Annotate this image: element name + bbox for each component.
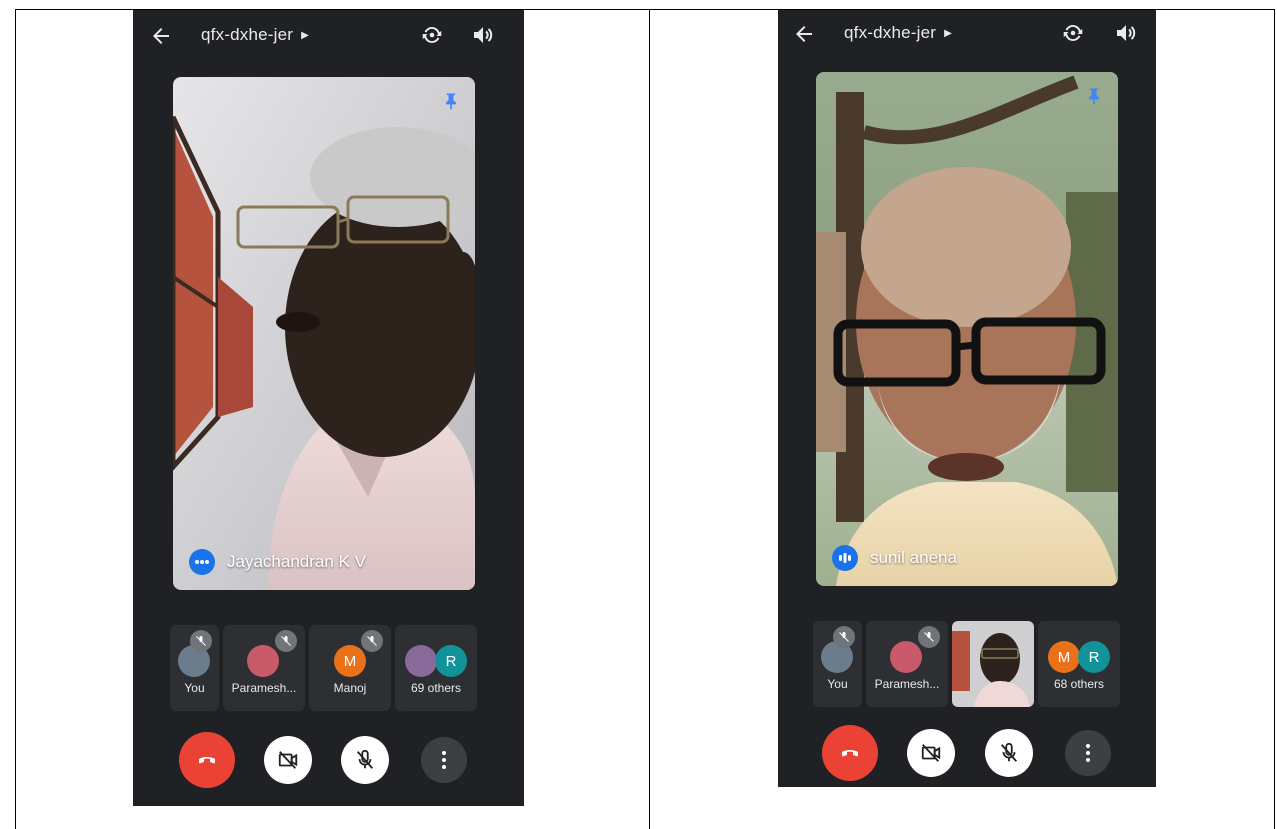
speaking-indicator-icon	[832, 545, 858, 571]
switch-camera-icon[interactable]	[1061, 21, 1085, 45]
pin-icon[interactable]	[1084, 86, 1104, 106]
end-call-button[interactable]	[179, 732, 235, 788]
participant-strip: You Paramesh... M R 68 others	[813, 621, 1120, 707]
caret-right-icon: ▶	[301, 30, 310, 41]
camera-off-button[interactable]	[264, 736, 312, 784]
speaker-name: sunil anena	[870, 548, 957, 567]
camera-off-icon	[278, 751, 298, 769]
more-options-button[interactable]	[1065, 730, 1111, 776]
speaker-name-tag: sunil anena	[832, 545, 957, 571]
mic-off-button[interactable]	[985, 729, 1033, 777]
more-vert-icon	[442, 751, 446, 769]
participant-strip: You Paramesh... M Manoj R 69 others	[170, 625, 477, 711]
mic-off-icon	[275, 630, 297, 652]
speaker-icon[interactable]	[471, 23, 495, 47]
hang-up-icon	[842, 749, 858, 757]
switch-camera-icon[interactable]	[420, 23, 444, 47]
meet-screen-right: qfx-dxhe-jer ▶ sunil anena You Paramesh.…	[778, 10, 1156, 787]
meet-screen-left: qfx-dxhe-jer ▶ Jayachandran K V You Para…	[133, 10, 524, 806]
participant-tile-others[interactable]: R 69 others	[395, 625, 477, 711]
participant-tile-others[interactable]: M R 68 others	[1038, 621, 1120, 707]
participant-video-thumbnail	[952, 621, 1034, 707]
speaker-video-image	[173, 77, 475, 590]
avatar	[890, 641, 922, 673]
participant-tile-paramesh[interactable]: Paramesh...	[866, 621, 948, 707]
mic-off-icon	[918, 626, 940, 648]
tile-label: Manoj	[333, 681, 367, 695]
mic-off-icon	[190, 630, 212, 652]
meeting-code[interactable]: qfx-dxhe-jer ▶	[844, 23, 952, 43]
speaker-name: Jayachandran K V	[227, 552, 366, 571]
meeting-code[interactable]: qfx-dxhe-jer ▶	[201, 25, 309, 45]
back-arrow-icon[interactable]	[149, 24, 173, 48]
more-vert-icon	[1086, 744, 1090, 762]
mic-off-button[interactable]	[341, 736, 389, 784]
caret-right-icon: ▶	[944, 28, 953, 39]
tile-label: Paramesh...	[231, 681, 297, 695]
tile-label: 68 others	[1053, 677, 1105, 691]
table-column-divider	[649, 9, 650, 829]
speaking-indicator-icon	[189, 549, 215, 575]
pin-icon[interactable]	[441, 91, 461, 111]
mic-off-icon	[361, 630, 383, 652]
speaker-icon[interactable]	[1114, 21, 1138, 45]
meeting-code-text: qfx-dxhe-jer	[844, 23, 937, 42]
tile-label: You	[184, 681, 205, 695]
camera-off-icon	[921, 744, 941, 762]
mic-off-icon	[833, 626, 855, 648]
avatar-initial: R	[1078, 641, 1110, 673]
hang-up-icon	[199, 756, 215, 764]
meeting-code-text: qfx-dxhe-jer	[201, 25, 294, 44]
back-arrow-icon[interactable]	[792, 22, 816, 46]
participant-tile-paramesh[interactable]: Paramesh...	[223, 625, 305, 711]
tile-label: 69 others	[410, 681, 462, 695]
top-bar: qfx-dxhe-jer ▶	[778, 10, 1156, 62]
speaker-name-tag: Jayachandran K V	[189, 549, 366, 575]
avatar-initial: R	[435, 645, 467, 677]
participant-tile-video[interactable]	[952, 621, 1034, 707]
main-video-feed[interactable]: sunil anena	[816, 72, 1118, 586]
main-video-feed[interactable]: Jayachandran K V	[173, 77, 475, 590]
more-options-button[interactable]	[421, 737, 467, 783]
speaker-video-image	[816, 72, 1118, 586]
mic-off-icon	[1000, 742, 1018, 762]
avatar-initial: M	[334, 645, 366, 677]
avatar	[247, 645, 279, 677]
avatar	[405, 645, 437, 677]
participant-tile-manoj[interactable]: M Manoj	[309, 625, 391, 711]
camera-off-button[interactable]	[907, 729, 955, 777]
top-bar: qfx-dxhe-jer ▶	[133, 10, 524, 62]
participant-tile-you[interactable]: You	[170, 625, 219, 711]
tile-label: You	[827, 677, 848, 691]
tile-label: Paramesh...	[874, 677, 940, 691]
participant-tile-you[interactable]: You	[813, 621, 862, 707]
mic-off-icon	[356, 749, 374, 769]
end-call-button[interactable]	[822, 725, 878, 781]
avatar-initial: M	[1048, 641, 1080, 673]
